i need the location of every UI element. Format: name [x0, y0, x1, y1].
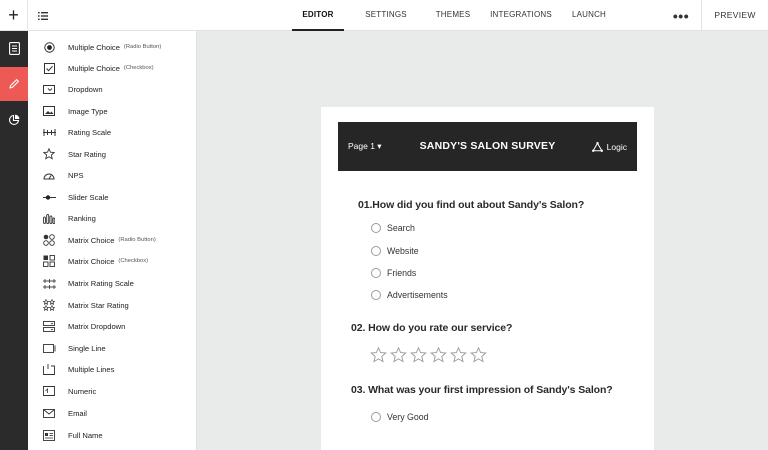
rating-scale-icon — [41, 125, 57, 139]
qtype-dropdown[interactable]: Dropdown — [28, 79, 197, 99]
question-2-title[interactable]: 02. How do you rate our service? — [351, 322, 512, 334]
qtype-image-type[interactable]: Image Type — [28, 101, 197, 121]
radio-circle-icon — [371, 268, 381, 278]
star-icon[interactable] — [388, 346, 408, 364]
qtype-rating-scale[interactable]: Rating Scale — [28, 122, 197, 142]
radio-circle-icon — [371, 290, 381, 300]
tab-editor[interactable]: EDITOR — [292, 0, 344, 31]
star-icon — [41, 147, 57, 161]
rail-results-button[interactable] — [0, 103, 28, 137]
radio-circle-icon — [371, 223, 381, 233]
qtype-matrix-choice-checkbox[interactable]: Matrix Choice (Checkbox) — [28, 251, 197, 271]
star-icon[interactable] — [368, 346, 388, 364]
tab-integrations[interactable]: INTEGRATIONS — [490, 0, 552, 31]
list-icon — [38, 11, 48, 20]
qtype-slider-scale[interactable]: Slider Scale — [28, 187, 197, 207]
numeric-icon — [41, 384, 57, 398]
qtype-star-rating[interactable]: Star Rating — [28, 144, 197, 164]
star-icon[interactable] — [428, 346, 448, 364]
survey-header: Page 1 ▾ SANDY'S SALON SURVEY Logic — [338, 122, 637, 171]
matrix-dropdown-icon — [41, 319, 57, 333]
qtype-multiple-choice-checkbox[interactable]: Multiple Choice (Checkbox) — [28, 58, 197, 78]
survey-card: Page 1 ▾ SANDY'S SALON SURVEY Logic 01.H… — [321, 107, 654, 450]
gauge-icon — [41, 168, 57, 182]
radio-circle-icon — [371, 412, 381, 422]
qtype-single-line[interactable]: Single Line — [28, 338, 197, 358]
add-button[interactable]: + — [0, 0, 28, 31]
question-1-title[interactable]: 01.How did you find out about Sandy's Sa… — [358, 199, 584, 211]
qtype-ranking[interactable]: Ranking — [28, 208, 197, 228]
tab-settings[interactable]: SETTINGS — [361, 0, 411, 31]
logic-icon — [591, 141, 603, 152]
q1-option-friends[interactable]: Friends — [371, 266, 416, 280]
image-icon — [41, 104, 57, 118]
question-3-title[interactable]: 03. What was your first impression of Sa… — [351, 384, 613, 396]
multiple-lines-icon — [41, 362, 57, 376]
q1-option-website[interactable]: Website — [371, 244, 419, 258]
star-icon[interactable] — [468, 346, 488, 364]
qtype-full-name[interactable]: Full Name — [28, 425, 197, 445]
matrix-star-icon — [41, 298, 57, 312]
qtype-matrix-choice-radio[interactable]: Matrix Choice (Radio Button) — [28, 230, 197, 250]
checkbox-icon — [41, 61, 57, 75]
tab-themes[interactable]: THEMES — [432, 0, 474, 31]
q1-option-search[interactable]: Search — [371, 221, 415, 235]
dropdown-icon — [41, 82, 57, 96]
document-icon — [8, 41, 20, 55]
more-options-button[interactable]: ••• — [668, 0, 694, 31]
pencil-icon — [9, 79, 19, 89]
radio-button-icon — [41, 40, 57, 54]
matrix-checkbox-icon — [41, 254, 57, 268]
left-rail — [0, 31, 28, 450]
star-icon[interactable] — [448, 346, 468, 364]
qtype-matrix-rating-scale[interactable]: Matrix Rating Scale — [28, 273, 197, 293]
q3-option-very-good[interactable]: Very Good — [371, 410, 429, 424]
qtype-numeric[interactable]: Numeric — [28, 381, 197, 401]
rail-edit-button[interactable] — [0, 67, 28, 101]
qtype-multiple-choice-radio[interactable]: Multiple Choice (Radio Button) — [28, 37, 197, 57]
question-type-panel: Multiple Choice (Radio Button) Multiple … — [28, 31, 197, 450]
matrix-radio-icon — [41, 233, 57, 247]
qtype-multiple-lines[interactable]: Multiple Lines — [28, 359, 197, 379]
rail-document-button[interactable] — [0, 31, 28, 65]
radio-circle-icon — [371, 246, 381, 256]
logic-button[interactable]: Logic — [591, 122, 627, 171]
qtype-matrix-dropdown[interactable]: Matrix Dropdown — [28, 316, 197, 336]
slider-icon — [41, 190, 57, 204]
ranking-icon — [41, 211, 57, 225]
qtype-matrix-star-rating[interactable]: Matrix Star Rating — [28, 295, 197, 315]
matrix-rating-scale-icon — [41, 276, 57, 290]
outline-list-button[interactable] — [28, 0, 58, 31]
q1-option-advertisements[interactable]: Advertisements — [371, 288, 448, 302]
tab-launch[interactable]: LAUNCH — [569, 0, 609, 31]
qtype-email[interactable]: Email — [28, 403, 197, 423]
single-line-icon — [41, 341, 57, 355]
star-rating — [368, 346, 488, 364]
full-name-icon — [41, 428, 57, 442]
star-icon[interactable] — [408, 346, 428, 364]
qtype-nps[interactable]: NPS — [28, 165, 197, 185]
preview-button[interactable]: PREVIEW — [701, 0, 768, 31]
top-bar: + EDITOR SETTINGS THEMES INTEGRATIONS LA… — [0, 0, 768, 31]
email-icon — [41, 406, 57, 420]
pie-chart-icon — [8, 114, 20, 126]
